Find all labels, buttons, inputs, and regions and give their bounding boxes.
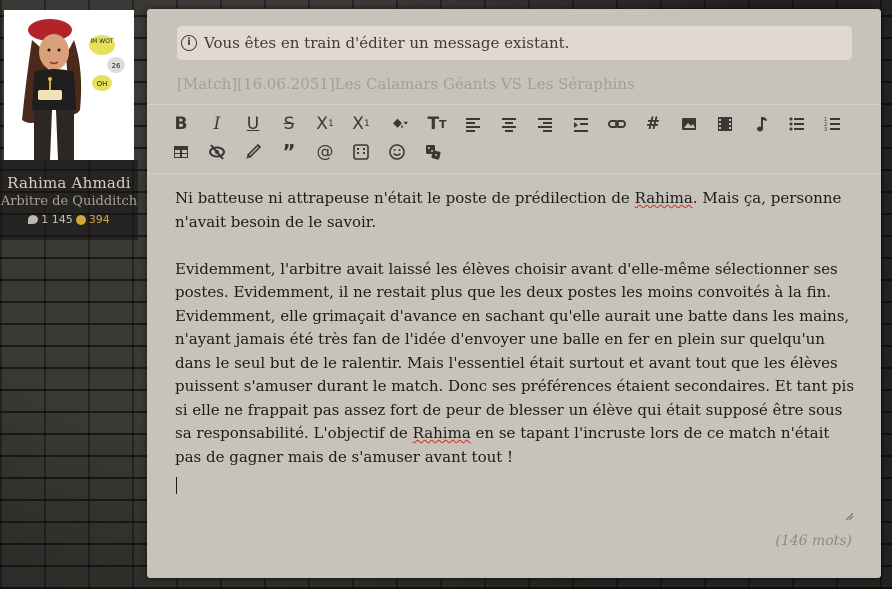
image-icon[interactable] — [671, 110, 707, 138]
paragraph-1: Ni batteuse ni attrapeuse n'était le pos… — [175, 187, 855, 234]
avatar-illustration: IM WOT 26 OH — [4, 10, 134, 160]
indent-icon[interactable] — [563, 110, 599, 138]
toolbar-divider-bottom — [147, 173, 881, 174]
user-stats: 1 145 394 — [0, 213, 138, 226]
toolbar-divider-top — [147, 104, 881, 105]
strikethrough-icon[interactable]: S — [271, 110, 307, 138]
paragraph-1-text-a: Ni batteuse ni attrapeuse n'était le pos… — [175, 189, 635, 207]
text-size-icon[interactable]: TT — [419, 110, 455, 138]
message-count-icon — [28, 215, 39, 224]
bubble-text-1: IM WOT — [90, 38, 114, 45]
user-profile-card: IM WOT 26 OH Rahima Ahmadi Arbitre de Qu… — [0, 8, 138, 240]
bullet-list-icon[interactable] — [779, 110, 815, 138]
table-icon[interactable] — [163, 138, 199, 166]
hide-icon[interactable] — [199, 138, 235, 166]
avatar[interactable]: IM WOT 26 OH — [4, 10, 134, 160]
superscript-icon[interactable]: X1 — [343, 110, 379, 138]
info-icon: i — [181, 35, 197, 51]
edit-notice-text: Vous êtes en train d'éditer un message e… — [204, 34, 570, 52]
misspelled-word: Rahima — [634, 189, 693, 207]
music-icon[interactable] — [743, 110, 779, 138]
toolbar-row-2: ” @ — [163, 138, 863, 166]
bubble-text-2: 26 — [112, 62, 121, 70]
code-block-icon[interactable] — [343, 138, 379, 166]
edit-notice: i Vous êtes en train d'éditer un message… — [177, 26, 852, 60]
bubble-text-3: OH — [97, 80, 108, 88]
toolbar-row-1: B I U S X1 X1 TT # 1 2 3 — [163, 110, 863, 138]
hashtag-icon[interactable]: # — [635, 110, 671, 138]
mention-icon[interactable]: @ — [307, 138, 343, 166]
align-left-icon[interactable] — [455, 110, 491, 138]
misspelled-word: Rahima — [412, 424, 471, 442]
bold-icon[interactable]: B — [163, 110, 199, 138]
paragraph-2-text-a: Evidemment, l'arbitre avait laissé les é… — [175, 259, 855, 443]
brush-icon[interactable] — [235, 138, 271, 166]
align-center-icon[interactable] — [491, 110, 527, 138]
user-role: Arbitre de Quidditch — [0, 194, 138, 209]
subject-title[interactable]: [Match][16.06.2051]Les Calamars Géants V… — [177, 75, 635, 93]
text-cursor — [176, 477, 177, 494]
link-icon[interactable] — [599, 110, 635, 138]
message-textarea[interactable]: Ni batteuse ni attrapeuse n'était le pos… — [175, 187, 855, 523]
video-icon[interactable] — [707, 110, 743, 138]
word-count: (146 mots) — [775, 533, 852, 549]
gold-count: 394 — [88, 213, 110, 226]
align-right-icon[interactable] — [527, 110, 563, 138]
svg-text:3: 3 — [824, 127, 827, 133]
post-editor-panel: i Vous êtes en train d'éditer un message… — [147, 9, 881, 578]
numbered-list-icon[interactable]: 123 — [815, 110, 851, 138]
underline-icon[interactable]: U — [235, 110, 271, 138]
emoji-icon[interactable] — [379, 138, 415, 166]
message-count: 1 145 — [41, 213, 73, 226]
dice-icon[interactable] — [415, 138, 451, 166]
subscript-icon[interactable]: X1 — [307, 110, 343, 138]
fill-color-icon[interactable] — [379, 110, 419, 138]
quote-icon[interactable]: ” — [271, 138, 307, 166]
gold-coin-icon — [75, 214, 86, 225]
resize-handle[interactable] — [845, 512, 853, 520]
user-name[interactable]: Rahima Ahmadi — [0, 174, 138, 192]
formatting-toolbar: B I U S X1 X1 TT # 1 2 3 ” @ — [163, 110, 863, 166]
profile-info: Rahima Ahmadi Arbitre de Quidditch 1 145… — [0, 160, 138, 240]
paragraph-2: Evidemment, l'arbitre avait laissé les é… — [175, 258, 855, 470]
italic-icon[interactable]: I — [199, 110, 235, 138]
